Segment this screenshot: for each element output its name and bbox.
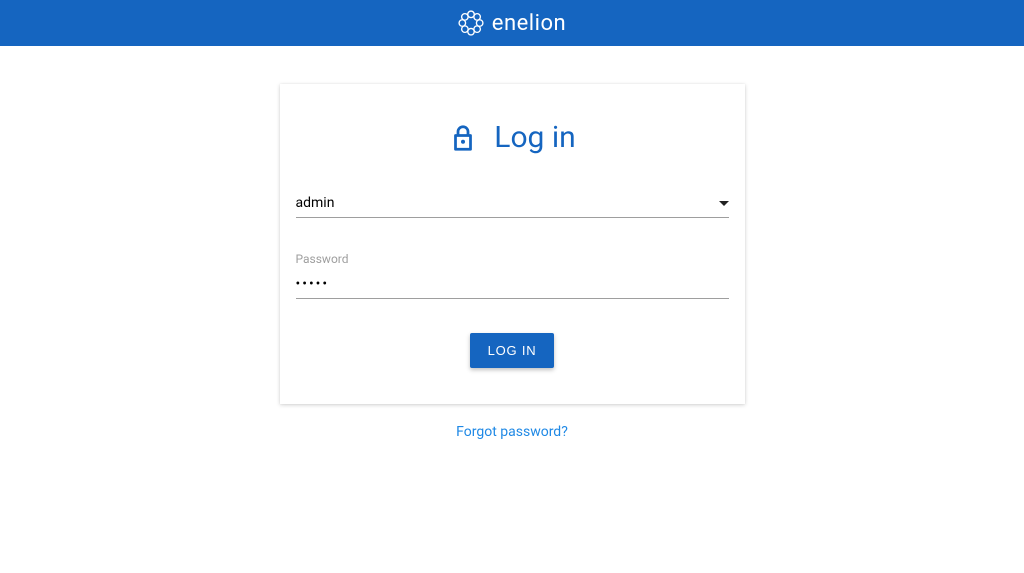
password-label: Password [296, 252, 729, 266]
brand-icon [458, 10, 484, 36]
forgot-password-link[interactable]: Forgot password? [456, 424, 568, 440]
app-header: enelion [0, 0, 1024, 46]
main-container: Log in admin Password LOG IN Forgot pass… [0, 46, 1024, 440]
user-select-value: admin [296, 195, 719, 211]
brand-logo: enelion [458, 10, 566, 36]
title-row: Log in [296, 120, 729, 155]
button-row: LOG IN [296, 333, 729, 368]
brand-name: enelion [492, 11, 566, 36]
login-button[interactable]: LOG IN [470, 333, 555, 368]
chevron-down-icon [719, 201, 729, 206]
login-card: Log in admin Password LOG IN [280, 84, 745, 404]
lock-icon [448, 123, 478, 153]
page-title: Log in [494, 120, 575, 155]
user-select[interactable]: admin [296, 189, 729, 218]
password-input[interactable] [296, 270, 729, 299]
password-field-wrap: Password [296, 252, 729, 299]
user-select-field: admin [296, 189, 729, 218]
